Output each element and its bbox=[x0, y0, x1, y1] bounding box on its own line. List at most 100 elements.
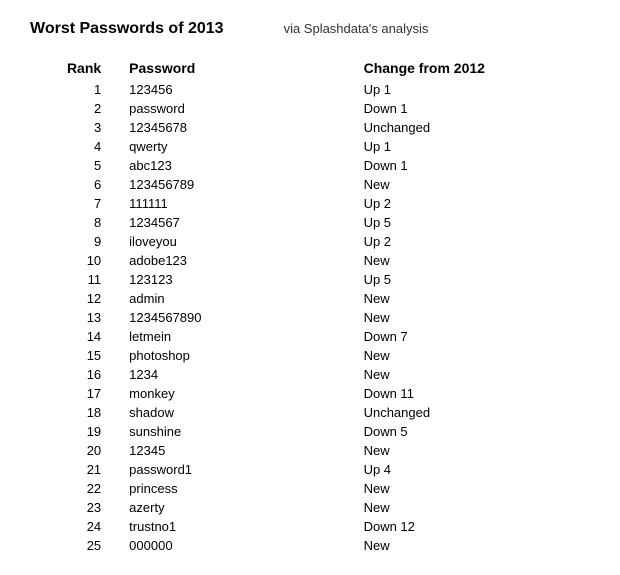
cell-password: iloveyou bbox=[121, 232, 355, 251]
table-row: 312345678Unchanged bbox=[30, 118, 590, 137]
cell-change: Up 1 bbox=[356, 137, 590, 156]
cell-change: New bbox=[356, 175, 590, 194]
cell-rank: 24 bbox=[30, 517, 121, 536]
table-row: 6123456789New bbox=[30, 175, 590, 194]
cell-change: New bbox=[356, 251, 590, 270]
cell-password: sunshine bbox=[121, 422, 355, 441]
cell-rank: 7 bbox=[30, 194, 121, 213]
cell-change: Down 7 bbox=[356, 327, 590, 346]
table-row: 2passwordDown 1 bbox=[30, 99, 590, 118]
cell-password: 12345 bbox=[121, 441, 355, 460]
cell-password: princess bbox=[121, 479, 355, 498]
cell-password: 123456789 bbox=[121, 175, 355, 194]
cell-change: New bbox=[356, 365, 590, 384]
cell-rank: 10 bbox=[30, 251, 121, 270]
cell-rank: 9 bbox=[30, 232, 121, 251]
cell-password: monkey bbox=[121, 384, 355, 403]
cell-rank: 6 bbox=[30, 175, 121, 194]
table-row: 14letmeinDown 7 bbox=[30, 327, 590, 346]
table-row: 15photoshopNew bbox=[30, 346, 590, 365]
cell-change: New bbox=[356, 289, 590, 308]
cell-change: Down 11 bbox=[356, 384, 590, 403]
cell-password: letmein bbox=[121, 327, 355, 346]
cell-rank: 23 bbox=[30, 498, 121, 517]
cell-rank: 12 bbox=[30, 289, 121, 308]
cell-change: Up 1 bbox=[356, 80, 590, 99]
cell-password: abc123 bbox=[121, 156, 355, 175]
cell-change: Up 2 bbox=[356, 232, 590, 251]
table-row: 161234New bbox=[30, 365, 590, 384]
table-row: 2012345New bbox=[30, 441, 590, 460]
cell-change: Up 4 bbox=[356, 460, 590, 479]
table-row: 81234567Up 5 bbox=[30, 213, 590, 232]
cell-change: New bbox=[356, 441, 590, 460]
cell-rank: 1 bbox=[30, 80, 121, 99]
subtitle: via Splashdata's analysis bbox=[284, 21, 429, 36]
table-row: 21password1Up 4 bbox=[30, 460, 590, 479]
cell-rank: 4 bbox=[30, 137, 121, 156]
header-area: Worst Passwords of 2013 via Splashdata's… bbox=[30, 20, 590, 38]
table-row: 7111111Up 2 bbox=[30, 194, 590, 213]
passwords-table: Rank Password Change from 2012 1123456Up… bbox=[30, 56, 590, 555]
cell-password: 1234567 bbox=[121, 213, 355, 232]
cell-change: Up 5 bbox=[356, 213, 590, 232]
col-header-password: Password bbox=[121, 56, 355, 80]
cell-change: Unchanged bbox=[356, 118, 590, 137]
cell-password: 1234567890 bbox=[121, 308, 355, 327]
table-row: 11123123Up 5 bbox=[30, 270, 590, 289]
table-row: 1123456Up 1 bbox=[30, 80, 590, 99]
cell-rank: 5 bbox=[30, 156, 121, 175]
main-title: Worst Passwords of 2013 bbox=[30, 20, 224, 38]
cell-rank: 14 bbox=[30, 327, 121, 346]
table-header-row: Rank Password Change from 2012 bbox=[30, 56, 590, 80]
cell-rank: 3 bbox=[30, 118, 121, 137]
cell-password: 123123 bbox=[121, 270, 355, 289]
cell-password: 111111 bbox=[121, 194, 355, 213]
cell-password: password1 bbox=[121, 460, 355, 479]
table-row: 19sunshineDown 5 bbox=[30, 422, 590, 441]
cell-change: Down 12 bbox=[356, 517, 590, 536]
table-row: 24trustno1Down 12 bbox=[30, 517, 590, 536]
cell-rank: 25 bbox=[30, 536, 121, 555]
cell-rank: 11 bbox=[30, 270, 121, 289]
cell-rank: 2 bbox=[30, 99, 121, 118]
table-row: 4qwertyUp 1 bbox=[30, 137, 590, 156]
cell-password: 12345678 bbox=[121, 118, 355, 137]
table-row: 23azertyNew bbox=[30, 498, 590, 517]
cell-change: New bbox=[356, 346, 590, 365]
table-row: 12adminNew bbox=[30, 289, 590, 308]
cell-change: New bbox=[356, 479, 590, 498]
cell-change: Down 1 bbox=[356, 99, 590, 118]
cell-rank: 15 bbox=[30, 346, 121, 365]
cell-password: adobe123 bbox=[121, 251, 355, 270]
cell-rank: 19 bbox=[30, 422, 121, 441]
cell-password: photoshop bbox=[121, 346, 355, 365]
table-row: 10adobe123New bbox=[30, 251, 590, 270]
cell-password: 123456 bbox=[121, 80, 355, 99]
cell-password: 000000 bbox=[121, 536, 355, 555]
cell-rank: 18 bbox=[30, 403, 121, 422]
table-row: 17monkeyDown 11 bbox=[30, 384, 590, 403]
table-row: 22princessNew bbox=[30, 479, 590, 498]
cell-rank: 17 bbox=[30, 384, 121, 403]
cell-rank: 22 bbox=[30, 479, 121, 498]
table-row: 9iloveyouUp 2 bbox=[30, 232, 590, 251]
cell-change: Up 5 bbox=[356, 270, 590, 289]
cell-rank: 13 bbox=[30, 308, 121, 327]
cell-change: New bbox=[356, 536, 590, 555]
cell-change: Down 1 bbox=[356, 156, 590, 175]
cell-password: admin bbox=[121, 289, 355, 308]
cell-password: azerty bbox=[121, 498, 355, 517]
cell-rank: 16 bbox=[30, 365, 121, 384]
table-row: 5abc123Down 1 bbox=[30, 156, 590, 175]
table-row: 18shadowUnchanged bbox=[30, 403, 590, 422]
table-row: 131234567890New bbox=[30, 308, 590, 327]
cell-change: New bbox=[356, 308, 590, 327]
cell-change: Down 5 bbox=[356, 422, 590, 441]
cell-password: 1234 bbox=[121, 365, 355, 384]
col-header-change: Change from 2012 bbox=[356, 56, 590, 80]
cell-password: trustno1 bbox=[121, 517, 355, 536]
cell-password: shadow bbox=[121, 403, 355, 422]
cell-rank: 21 bbox=[30, 460, 121, 479]
cell-change: New bbox=[356, 498, 590, 517]
